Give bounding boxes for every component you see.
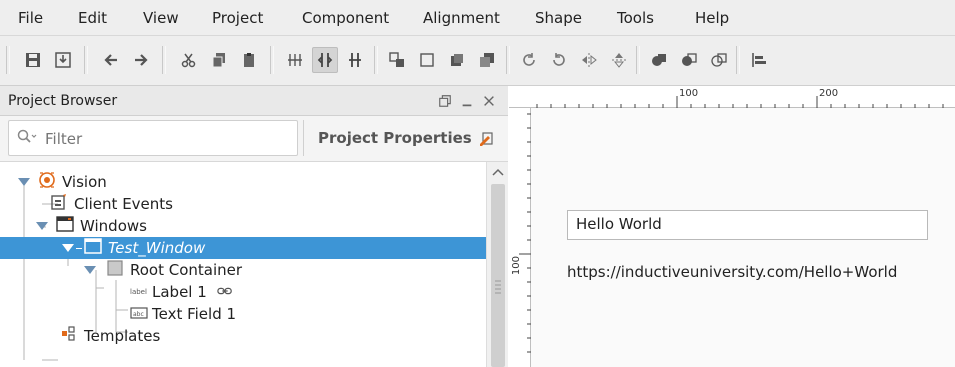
toolbar-separator: [162, 46, 166, 74]
redo-icon[interactable]: [128, 47, 154, 73]
send-back-icon[interactable]: [474, 47, 500, 73]
toolbar-separator: [374, 46, 378, 74]
rotate-back-icon[interactable]: [546, 47, 572, 73]
tree-item-vision[interactable]: Vision: [0, 171, 486, 193]
filter-box[interactable]: [8, 120, 298, 156]
vision-module-icon: [38, 171, 56, 193]
project-tree: Vision Client Events Windows Test_Window: [0, 162, 508, 367]
toolbar-separator: [84, 46, 88, 74]
ruler-left: 100: [509, 108, 531, 367]
rotate-icon[interactable]: [516, 47, 542, 73]
tree-item-templates[interactable]: Templates: [0, 325, 486, 347]
tree-item-label-1[interactable]: label Label 1: [0, 281, 486, 303]
close-icon[interactable]: [480, 92, 498, 110]
ruler-label: 100: [679, 88, 699, 99]
filter-input[interactable]: [45, 129, 285, 149]
project-properties-label: Project Properties: [318, 129, 472, 147]
designer-workspace: 100 200 100 Hello World https://inductiv…: [509, 86, 955, 367]
align-left-icon[interactable]: [746, 47, 772, 73]
layout-anchored-icon[interactable]: [312, 47, 338, 73]
menu-file[interactable]: File: [18, 9, 43, 27]
toolbar-separator: [736, 46, 740, 74]
ruler-label: 100: [511, 256, 522, 276]
copy-icon[interactable]: [206, 47, 232, 73]
tree-item-test-window[interactable]: Test_Window: [0, 237, 486, 259]
tree-item-root-container[interactable]: Root Container: [0, 259, 486, 281]
intersection-icon[interactable]: [706, 47, 732, 73]
tree-item-label: Client Events: [74, 195, 173, 213]
tree-item-label: Vision: [62, 173, 107, 191]
flip-vertical-icon[interactable]: [606, 47, 632, 73]
flip-horizontal-icon[interactable]: [576, 47, 602, 73]
ruler-top: 100 200: [509, 86, 955, 108]
tree-item-label: Root Container: [130, 261, 243, 279]
project-browser-panel: Project Browser Project Properties: [0, 86, 508, 367]
menu-help[interactable]: Help: [695, 9, 729, 27]
union-icon[interactable]: [646, 47, 672, 73]
templates-icon: [60, 325, 78, 347]
menu-component[interactable]: Component: [302, 9, 389, 27]
project-browser-title: Project Browser: [8, 93, 118, 109]
ungroup-icon[interactable]: [414, 47, 440, 73]
tree-item-label: Label 1: [152, 283, 207, 301]
tree-item-windows[interactable]: Windows: [0, 215, 486, 237]
windows-folder-icon: [56, 215, 74, 237]
menu-alignment[interactable]: Alignment: [423, 9, 500, 27]
expand-arrow-icon[interactable]: [36, 222, 48, 230]
minimize-icon[interactable]: [458, 92, 476, 110]
expand-arrow-icon[interactable]: [18, 178, 30, 186]
menu-project[interactable]: Project: [212, 9, 263, 27]
window-canvas[interactable]: Hello World https://inductiveuniversity.…: [531, 108, 955, 367]
tree-item-label: Test_Window: [108, 239, 206, 257]
layout-relative-icon[interactable]: [342, 47, 368, 73]
group-icon[interactable]: [384, 47, 410, 73]
window-icon: [84, 237, 102, 259]
toolbar-separator: [270, 46, 274, 74]
tree-scrollbar[interactable]: [486, 162, 508, 367]
difference-icon[interactable]: [676, 47, 702, 73]
svg-text:label: label: [130, 288, 147, 296]
expand-arrow-icon[interactable]: [84, 266, 96, 274]
scroll-up-icon[interactable]: [492, 166, 504, 179]
menu-bar: File Edit View Project Component Alignme…: [0, 0, 955, 36]
container-icon: [106, 259, 124, 281]
tree-connector: [76, 247, 82, 249]
expand-arrow-icon[interactable]: [62, 244, 74, 252]
float-panel-icon[interactable]: [436, 92, 454, 110]
tree-item-label: Windows: [80, 217, 147, 235]
edit-properties-icon: [478, 130, 494, 146]
toolbar-separator: [506, 46, 510, 74]
cleanup-icon[interactable]: [282, 47, 308, 73]
undo-icon[interactable]: [98, 47, 124, 73]
toolbar-grip[interactable]: [6, 46, 10, 74]
svg-text:abc: abc: [133, 311, 144, 318]
project-browser-header: Project Browser: [0, 86, 508, 116]
menu-view[interactable]: View: [143, 9, 179, 27]
tree-item-text-field-1[interactable]: abc Text Field 1: [0, 303, 486, 325]
tree-item-client-events[interactable]: Client Events: [0, 193, 486, 215]
text-field-1[interactable]: Hello World: [567, 210, 928, 240]
paste-icon[interactable]: [236, 47, 262, 73]
tree-item-label: Templates: [84, 327, 161, 345]
menu-edit[interactable]: Edit: [78, 9, 107, 27]
cut-icon[interactable]: [176, 47, 202, 73]
menu-shape[interactable]: Shape: [535, 9, 582, 27]
client-events-icon: [50, 193, 68, 215]
project-properties-button[interactable]: Project Properties: [303, 120, 501, 156]
tree-item-label: Text Field 1: [152, 305, 237, 323]
toolbar: [0, 36, 955, 86]
text-field-component-icon: abc: [130, 305, 148, 323]
ruler-label: 200: [819, 88, 839, 99]
save-icon[interactable]: [20, 47, 46, 73]
import-icon[interactable]: [50, 47, 76, 73]
toolbar-separator: [636, 46, 640, 74]
label-component-icon: label: [130, 283, 148, 301]
scrollbar-thumb[interactable]: [491, 184, 505, 367]
bring-front-icon[interactable]: [444, 47, 470, 73]
label-1[interactable]: https://inductiveuniversity.com/Hello+Wo…: [567, 263, 897, 281]
binding-link-icon: [217, 283, 233, 301]
search-icon: [17, 129, 37, 149]
filter-bar: Project Properties: [0, 116, 508, 162]
menu-tools[interactable]: Tools: [617, 9, 654, 27]
